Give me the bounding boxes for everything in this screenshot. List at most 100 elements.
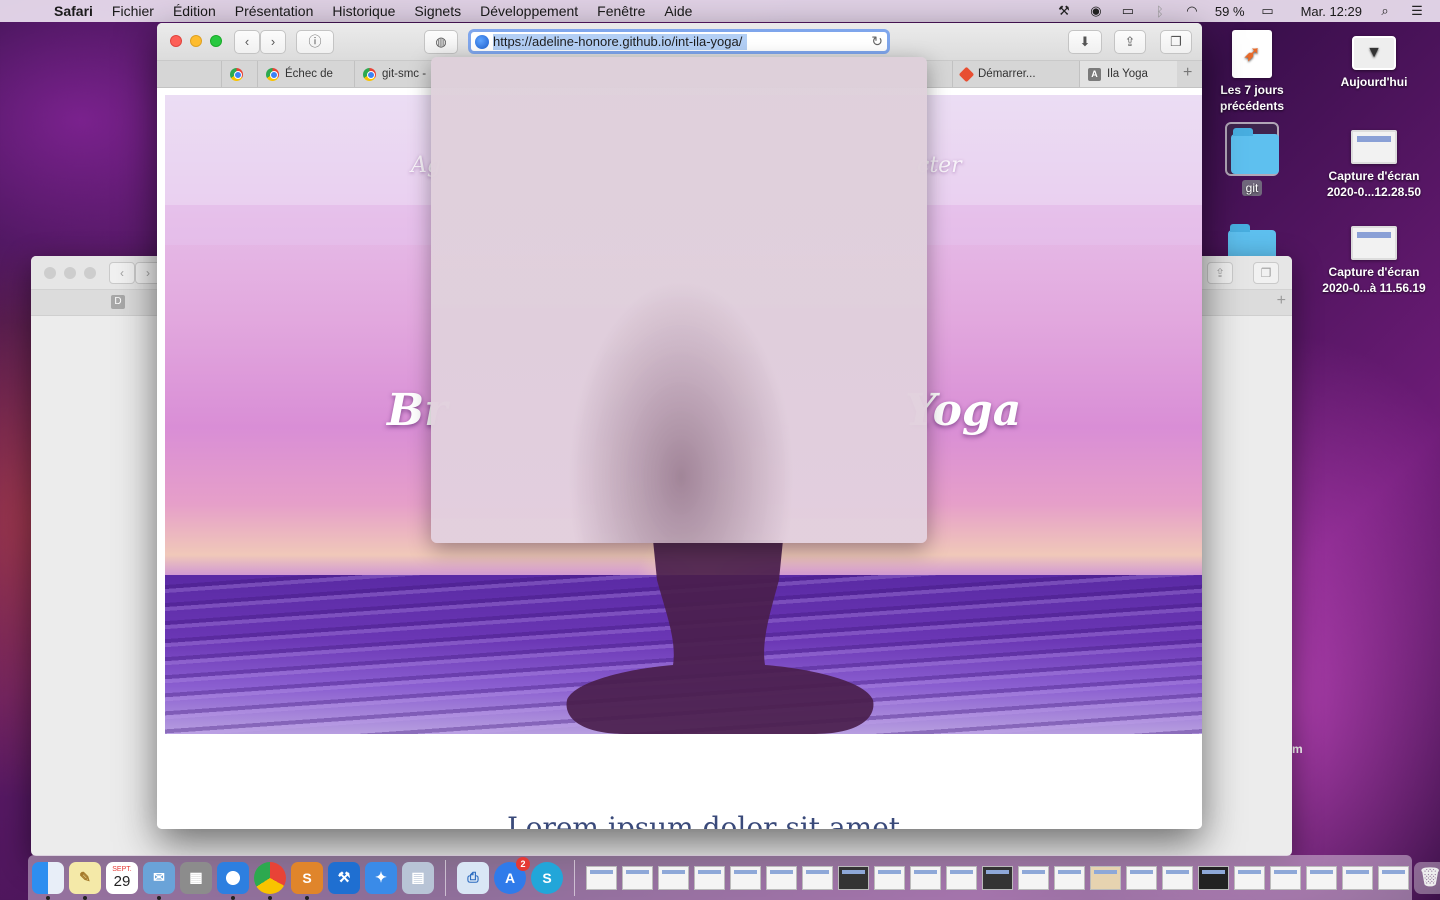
minimized-window-thumb[interactable] [1090, 865, 1121, 890]
spotlight-search-icon[interactable]: ⌕ [1376, 3, 1394, 19]
battery-icon[interactable]: ▭ [1259, 3, 1277, 19]
git-icon [958, 66, 975, 82]
minimized-window-thumb[interactable] [802, 865, 833, 890]
reload-icon[interactable]: ↻ [871, 33, 883, 50]
dock-separator [445, 859, 446, 896]
downloads-icon[interactable]: ⬇ [1068, 30, 1102, 54]
zoom-button[interactable] [210, 35, 222, 47]
minimize-button[interactable] [190, 35, 202, 47]
minimized-window-thumb[interactable] [1126, 865, 1157, 890]
tab-label: git-smc - [382, 68, 427, 80]
desktop-item-screenshot-1[interactable]: Capture d'écran 2020-0...12.28.50 [1319, 130, 1429, 200]
minimized-window-thumb[interactable] [1306, 865, 1337, 890]
minimized-window-thumb[interactable] [1342, 865, 1373, 890]
desktop-item-label: git [1241, 180, 1263, 196]
desktop-item-screenshot-2[interactable]: Capture d'écran 2020-0...à 11.56.19 [1319, 226, 1429, 296]
minimized-window-thumb[interactable] [982, 865, 1013, 890]
tab-ila-yoga[interactable]: A Ila Yoga [1079, 61, 1177, 87]
minimized-window-thumb[interactable] [1234, 865, 1265, 890]
menu-signets[interactable]: Signets [414, 3, 461, 19]
address-bar[interactable]: https://adeline-honore.github.io/int-ila… [468, 29, 890, 54]
dock-separator [574, 859, 575, 896]
minimized-window-thumb[interactable] [1162, 865, 1193, 890]
xcode-icon[interactable]: ⚒ [328, 861, 360, 894]
minimized-window-thumb[interactable] [1270, 865, 1301, 890]
desktop-item-playground[interactable]: ➶ Les 7 jours précédents [1197, 30, 1307, 114]
minimized-window-thumb[interactable] [874, 865, 905, 890]
zoom-button[interactable] [84, 267, 96, 279]
minimize-button[interactable] [64, 267, 76, 279]
chrome-icon [266, 67, 279, 81]
trash-icon[interactable]: 🗑 [1414, 861, 1440, 894]
calculator-icon[interactable]: ▦ [180, 861, 212, 894]
xcode-status-icon[interactable]: ⚒ [1055, 3, 1073, 19]
menu-aide[interactable]: Aide [664, 3, 692, 19]
tab-favicon-d[interactable]: D [111, 295, 125, 309]
chrome-icon[interactable] [254, 861, 286, 900]
info-icon[interactable]: ⓘ [296, 30, 334, 54]
airplay-icon[interactable]: ▭ [1119, 3, 1137, 19]
menu-historique[interactable]: Historique [332, 3, 395, 19]
tab-pinned-spacer[interactable] [171, 61, 199, 87]
notification-center-icon[interactable]: ☰ [1408, 3, 1426, 19]
forward-button[interactable]: › [260, 30, 286, 54]
minimized-window-thumb[interactable] [694, 865, 725, 890]
printer-icon[interactable]: ⎙ [457, 861, 489, 894]
app-store-badge: 2 [516, 856, 530, 871]
safari-icon[interactable] [217, 861, 249, 900]
sublime-text-icon[interactable]: S [291, 861, 323, 900]
minimized-window-thumb[interactable] [838, 865, 869, 890]
minimized-window-thumb[interactable] [658, 865, 689, 890]
minimized-window-thumb[interactable] [1198, 865, 1229, 890]
back-button[interactable]: ‹ [234, 30, 260, 54]
calendar-day: 29 [113, 872, 131, 890]
url-text[interactable]: https://adeline-honore.github.io/int-ila… [493, 33, 742, 51]
skype-icon[interactable]: S [531, 861, 563, 894]
menubar-clock[interactable]: Mar. 12:29 [1301, 4, 1362, 19]
menu-app-name[interactable]: Safari [54, 3, 93, 19]
minimized-window-thumb[interactable] [946, 865, 977, 890]
desktop-item-today-drive[interactable]: ▼ Aujourd'hui [1319, 36, 1429, 90]
menu-developpement[interactable]: Développement [480, 3, 578, 19]
menu-presentation[interactable]: Présentation [235, 3, 314, 19]
share-icon[interactable]: ⇪ [1207, 262, 1233, 284]
back-button[interactable]: ‹ [109, 262, 135, 284]
new-tab-button[interactable]: + [1277, 292, 1286, 310]
battery-percentage[interactable]: 59 % [1215, 4, 1245, 19]
bluetooth-icon[interactable]: ᛒ [1151, 4, 1169, 19]
preview-icon[interactable]: ✉ [143, 861, 175, 900]
calendar-icon[interactable]: SEPT. 29 [106, 861, 138, 894]
tab-chrome-1[interactable] [221, 61, 256, 87]
address-bar-suggestions-popover[interactable] [431, 57, 927, 543]
menu-fichier[interactable]: Fichier [112, 3, 154, 19]
new-tab-button[interactable]: + [1183, 64, 1192, 82]
minimized-window-thumb[interactable] [622, 865, 653, 890]
system-utility-icon[interactable]: ▤ [402, 861, 434, 894]
minimized-window-thumb[interactable] [1378, 865, 1409, 890]
tab-git-smc[interactable]: git-smc - [354, 61, 430, 87]
tab-echec-de[interactable]: Échec de [257, 61, 337, 87]
desktop-item-git-folder[interactable]: git [1197, 122, 1307, 196]
close-button[interactable] [170, 35, 182, 47]
desktop-item-label: Capture d'écran 2020-0...à 11.56.19 [1322, 265, 1426, 295]
globe-reader-icon[interactable]: ◍ [424, 30, 458, 54]
minimized-window-thumb[interactable] [910, 865, 941, 890]
finder-icon[interactable] [32, 861, 64, 900]
minimized-window-thumb[interactable] [766, 865, 797, 890]
close-button[interactable] [44, 267, 56, 279]
minimized-window-thumb[interactable] [730, 865, 761, 890]
app-store-icon[interactable]: A2 [494, 856, 530, 894]
tabs-overview-icon[interactable]: ❐ [1160, 30, 1192, 54]
wifi-icon[interactable]: ◠ [1183, 3, 1201, 19]
menu-edition[interactable]: Édition [173, 3, 216, 19]
tab-demarrer[interactable]: Démarrer... [952, 61, 1058, 87]
notes-icon[interactable]: ✎ [69, 861, 101, 900]
minimized-window-thumb[interactable] [1054, 865, 1085, 890]
tabs-overview-icon[interactable]: ❐ [1253, 262, 1279, 284]
menu-fenetre[interactable]: Fenêtre [597, 3, 645, 19]
airdrop-status-icon[interactable]: ◉ [1087, 3, 1105, 19]
minimized-window-thumb[interactable] [586, 865, 617, 890]
share-icon[interactable]: ⇪ [1114, 30, 1146, 54]
minimized-window-thumb[interactable] [1018, 865, 1049, 890]
instruments-icon[interactable]: ✦ [365, 861, 397, 894]
